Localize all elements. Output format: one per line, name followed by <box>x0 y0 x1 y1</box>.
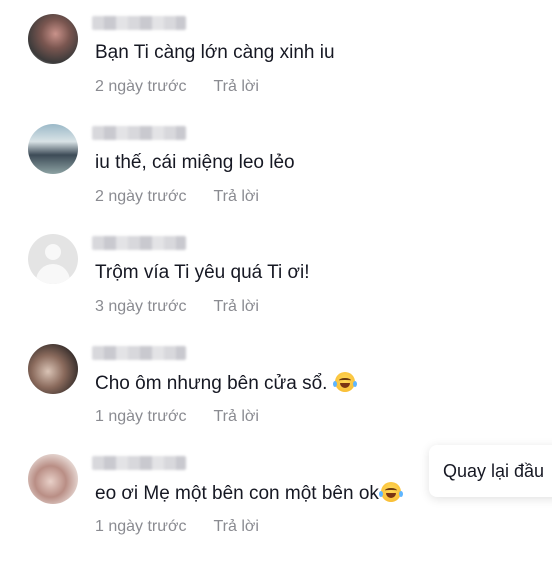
laughing-with-tears-icon <box>332 372 357 392</box>
laughing-with-tears-icon <box>378 482 403 502</box>
comment-text-wrapper: Cho ôm nhưng bên cửa sổ. <box>95 372 357 395</box>
comment-meta: 2 ngày trước Trả lời <box>95 188 259 206</box>
avatar[interactable] <box>28 124 78 174</box>
comment-time: 2 ngày trước <box>95 78 187 95</box>
blurred-username <box>92 346 186 360</box>
blurred-username <box>92 126 186 140</box>
blurred-username <box>92 16 186 30</box>
blurred-username <box>92 456 186 470</box>
blurred-username <box>92 236 186 250</box>
comment-meta: 1 ngày trước Trả lời <box>95 518 259 536</box>
comment-meta: 3 ngày trước Trả lời <box>95 298 259 316</box>
comment-text: Cho ôm nhưng bên cửa sổ. <box>95 373 328 394</box>
comment-text-wrapper: eo ơi Mẹ một bên con một bên ok <box>95 482 403 505</box>
reply-button[interactable]: Trả lời <box>213 188 258 205</box>
comment-time: 3 ngày trước <box>95 298 187 315</box>
comment-item: iu thế, cái miệng leo lẻo 2 ngày trước Tr… <box>0 124 552 234</box>
default-avatar-icon <box>28 234 78 284</box>
back-to-top-label: Quay lại đầu <box>443 461 545 481</box>
reply-button[interactable]: Trả lời <box>213 518 258 535</box>
avatar[interactable] <box>28 14 78 64</box>
back-to-top-button[interactable]: Quay lại đầu <box>429 445 552 497</box>
comment-time: 1 ngày trước <box>95 518 187 535</box>
avatar[interactable] <box>28 344 78 394</box>
avatar[interactable] <box>28 234 78 284</box>
comment-meta: 2 ngày trước Trả lời <box>95 78 259 96</box>
comment-meta: 1 ngày trước Trả lời <box>95 408 259 426</box>
comment-text: Bạn Ti càng lớn càng xinh iu <box>95 42 335 63</box>
comment-item: Bạn Ti càng lớn càng xinh iu 2 ngày trướ… <box>0 14 552 124</box>
reply-button[interactable]: Trả lời <box>213 408 258 425</box>
reply-button[interactable]: Trả lời <box>213 78 258 95</box>
comment-text: iu thế, cái miệng leo lẻo <box>95 152 295 173</box>
comment-item: Trộm vía Ti yêu quá Ti ơi! 3 ngày trước T… <box>0 234 552 344</box>
comment-item: Cho ôm nhưng bên cửa sổ. 1 ngày trước Trả… <box>0 344 552 454</box>
avatar[interactable] <box>28 454 78 504</box>
comment-time: 2 ngày trước <box>95 188 187 205</box>
reply-button[interactable]: Trả lời <box>213 298 258 315</box>
comment-text: Trộm vía Ti yêu quá Ti ơi! <box>95 262 310 283</box>
comment-text: eo ơi Mẹ một bên con một bên ok <box>95 483 379 504</box>
comment-time: 1 ngày trước <box>95 408 187 425</box>
